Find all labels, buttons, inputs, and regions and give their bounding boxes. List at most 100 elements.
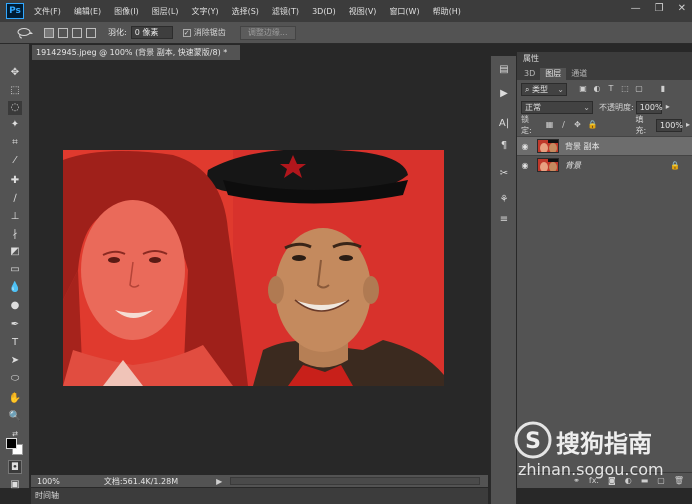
brush-tool-icon[interactable]: ∕ — [8, 192, 22, 206]
path-selection-tool-icon[interactable]: ➤ — [8, 354, 22, 368]
eyedropper-tool-icon[interactable]: ⁄ — [8, 154, 22, 168]
properties-panel-header[interactable]: 属性 — [517, 52, 692, 66]
blend-row: 正常 ⌄ 不透明度: 100% ▸ — [517, 98, 692, 116]
layer-name: 背景 副本 — [565, 141, 600, 151]
actions-icon[interactable]: ▶ — [498, 88, 510, 100]
menu-edit[interactable]: 编辑(E) — [74, 6, 101, 17]
lock-pixels-icon[interactable]: ∕ — [560, 121, 568, 129]
clone-stamp-tool-icon[interactable]: ⊥ — [8, 210, 22, 224]
layer-filter-row: ⌕ 类型 ⌄ ▣ ◐ T ⬚ ▢ ▮ — [517, 80, 692, 98]
menu-image[interactable]: 图像(I) — [114, 6, 139, 17]
lock-position-icon[interactable]: ✥ — [574, 121, 582, 129]
pixel-filter-icon[interactable]: ▣ — [579, 85, 587, 93]
lock-transparent-icon[interactable]: ▦ — [546, 121, 554, 129]
brush-presets-icon[interactable]: ⚘ — [498, 194, 510, 206]
lock-all-icon[interactable]: 🔒 — [587, 121, 597, 129]
foreground-color-swatch[interactable] — [6, 438, 17, 449]
lock-label: 锁定: — [521, 115, 532, 135]
menu-file[interactable]: 文件(F) — [34, 6, 61, 17]
quick-mask-icon[interactable]: ◘ — [8, 460, 22, 474]
antialias-checkbox[interactable]: ✓ — [182, 28, 191, 37]
tab-channels[interactable]: 通道 — [566, 68, 592, 80]
tab-layers[interactable]: 图层 — [540, 68, 567, 80]
menu-help[interactable]: 帮助(H) — [433, 6, 461, 17]
filter-toggle-icon[interactable]: ▮ — [659, 85, 667, 93]
shape-tool-icon[interactable]: ⬭ — [8, 372, 22, 386]
close-button[interactable]: ✕ — [678, 3, 686, 14]
search-icon: ⌕ — [525, 84, 533, 94]
opacity-input[interactable]: 100% — [635, 100, 663, 114]
status-menu-arrow-icon[interactable]: ▶ — [216, 477, 222, 486]
minimize-button[interactable]: — — [631, 3, 641, 14]
visibility-eye-icon[interactable]: ◉ — [517, 142, 533, 151]
tool-presets-icon[interactable]: ✂ — [498, 168, 510, 180]
menu-window[interactable]: 窗口(W) — [389, 6, 419, 17]
shape-filter-icon[interactable]: ⬚ — [621, 85, 629, 93]
smart-object-filter-icon[interactable]: ▢ — [635, 85, 643, 93]
dodge-tool-icon[interactable]: ● — [8, 299, 22, 313]
zoom-tool-icon[interactable]: 🔍 — [8, 410, 22, 424]
eraser-tool-icon[interactable]: ◩ — [8, 245, 22, 259]
type-filter-icon[interactable]: T — [607, 85, 615, 93]
layer-row-background-copy[interactable]: ◉ 背景 副本 — [517, 136, 692, 155]
visibility-eye-icon[interactable]: ◉ — [517, 161, 533, 170]
add-selection-icon[interactable] — [58, 27, 68, 38]
gradient-tool-icon[interactable]: ▭ — [8, 263, 22, 277]
menu-type[interactable]: 文字(Y) — [191, 6, 218, 17]
options-bar: 羽化: 0 像素 ✓ 消除锯齿 调整边缘... — [0, 22, 692, 44]
hand-tool-icon[interactable]: ✋ — [8, 392, 22, 406]
fill-label: 填充: — [635, 115, 647, 135]
layer-row-background[interactable]: ◉ 背景 🔒 — [517, 155, 692, 174]
feather-input[interactable]: 0 像素 — [130, 26, 173, 39]
layer-thumbnail — [537, 139, 559, 153]
paragraph-icon[interactable]: ¶ — [498, 140, 510, 152]
watermark-url: zhinan.sogou.com — [518, 460, 664, 479]
subtract-selection-icon[interactable] — [72, 27, 82, 38]
new-selection-icon[interactable] — [44, 27, 54, 38]
watermark-brand: 搜狗指南 — [556, 430, 652, 458]
menu-3d[interactable]: 3D(D) — [312, 7, 336, 16]
tab-3d[interactable]: 3D — [519, 68, 540, 80]
menu-filter[interactable]: 滤镜(T) — [272, 6, 299, 17]
clone-source-icon[interactable]: ≡ — [498, 214, 510, 226]
history-brush-tool-icon[interactable]: ∤ — [8, 228, 22, 242]
marquee-tool-icon[interactable]: ⬚ — [8, 84, 22, 98]
menu-layer[interactable]: 图层(L) — [152, 6, 179, 17]
zoom-level[interactable]: 100% — [37, 477, 60, 486]
history-icon[interactable]: ▤ — [498, 64, 510, 76]
fill-value: 100% — [660, 120, 683, 130]
intersect-selection-icon[interactable] — [86, 27, 96, 38]
timeline-panel[interactable]: 时间轴 — [31, 488, 488, 504]
healing-brush-tool-icon[interactable]: ✚ — [8, 174, 22, 188]
blend-mode-select[interactable]: 正常 ⌄ — [521, 100, 593, 114]
restore-button[interactable]: ❐ — [655, 3, 664, 14]
magic-wand-tool-icon[interactable]: ✦ — [8, 118, 22, 132]
move-tool-icon[interactable]: ✥ — [8, 66, 22, 80]
horizontal-scrollbar[interactable] — [230, 477, 481, 485]
lasso-tool-icon[interactable]: ◌ — [8, 101, 22, 115]
menu-view[interactable]: 视图(V) — [349, 6, 377, 17]
menu-select[interactable]: 选择(S) — [232, 6, 259, 17]
lasso-tool-icon[interactable] — [16, 27, 34, 39]
fill-arrow-icon[interactable]: ▸ — [684, 121, 692, 129]
opacity-value: 100% — [639, 102, 663, 112]
blur-tool-icon[interactable]: 💧 — [8, 281, 22, 295]
photo-canvas[interactable] — [63, 150, 444, 386]
refine-edge-button[interactable]: 调整边缘... — [239, 25, 296, 40]
window-controls: — ❐ ✕ — [631, 3, 686, 14]
chevron-down-icon: ⌄ — [583, 102, 590, 112]
screen-mode-icon[interactable]: ▣ — [8, 478, 22, 492]
character-icon[interactable]: A| — [498, 118, 510, 130]
doc-info: 文档:561.4K/1.28M — [103, 476, 179, 486]
opacity-arrow-icon[interactable]: ▸ — [664, 103, 672, 111]
document-tab[interactable]: 19142945.jpeg @ 100% (背景 副本, 快速蒙版/8) * — [32, 45, 240, 60]
filter-kind-select[interactable]: ⌕ 类型 ⌄ — [521, 82, 567, 96]
lock-row: 锁定: ▦ ∕ ✥ 🔒 填充: 100% ▸ — [517, 115, 692, 135]
adjustment-filter-icon[interactable]: ◐ — [593, 85, 601, 93]
fill-input[interactable]: 100% — [656, 118, 683, 132]
timeline-label: 时间轴 — [35, 491, 59, 500]
pen-tool-icon[interactable]: ✒ — [8, 318, 22, 332]
panel-tabs: 3D 图层 通道 — [517, 66, 692, 80]
crop-tool-icon[interactable]: ⌗ — [8, 136, 22, 150]
type-tool-icon[interactable]: T — [8, 336, 22, 350]
